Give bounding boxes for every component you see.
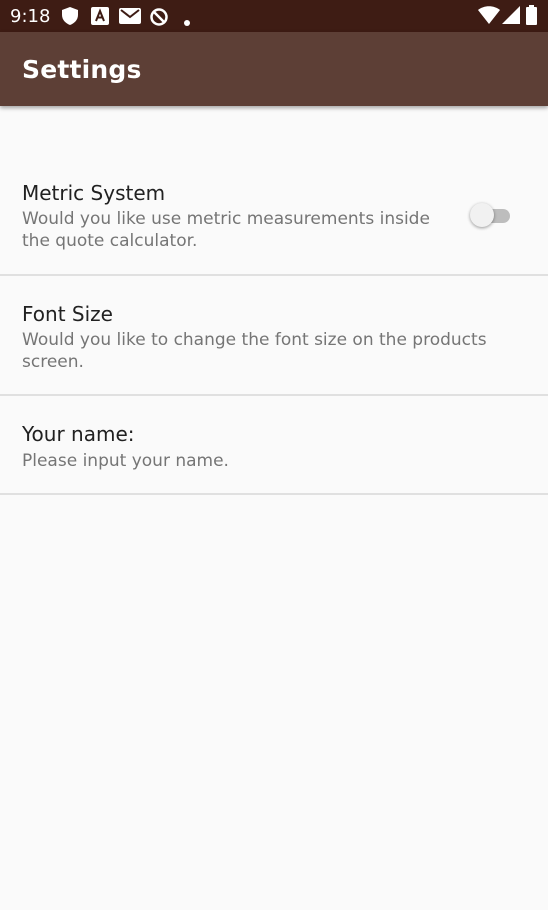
gmail-icon (119, 7, 141, 30)
no-sync-icon (149, 7, 169, 32)
page-title: Settings (22, 55, 142, 84)
metric-system-summary: Would you like use metric measurements i… (22, 209, 430, 251)
app-bar: Settings (0, 32, 548, 106)
dot-icon (184, 13, 190, 31)
wifi-icon (478, 6, 500, 29)
signal-icon (502, 6, 520, 29)
a-notification-icon (91, 7, 109, 30)
battery-icon (526, 5, 537, 30)
font-size-preference[interactable]: Font Size Would you like to change the f… (0, 276, 548, 395)
font-size-title: Font Size (22, 302, 113, 326)
shield-icon (62, 7, 78, 30)
status-bar: 9:18 (0, 0, 548, 32)
metric-system-title: Metric System (22, 181, 166, 205)
your-name-summary: Please input your name. (22, 451, 229, 471)
your-name-preference[interactable]: Your name: Please input your name. (0, 396, 548, 494)
divider (0, 493, 548, 495)
metric-system-preference[interactable]: Metric System Would you like use metric … (0, 160, 548, 275)
status-time: 9:18 (10, 6, 51, 27)
your-name-title: Your name: (22, 422, 135, 446)
font-size-summary: Would you like to change the font size o… (22, 330, 487, 372)
metric-system-toggle[interactable] (470, 203, 514, 229)
toggle-thumb (470, 203, 494, 227)
